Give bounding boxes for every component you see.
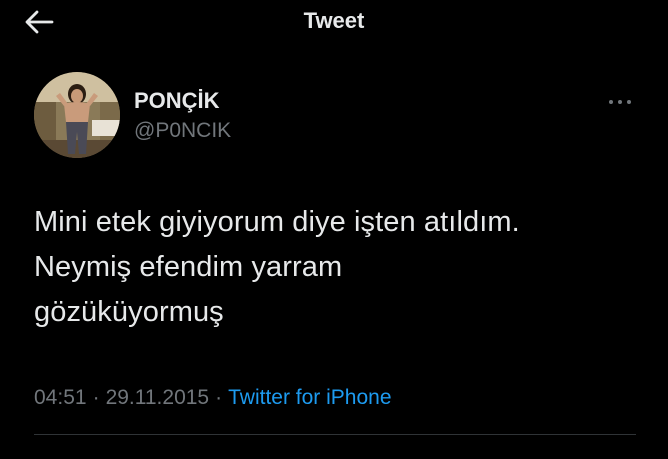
top-bar: Tweet — [0, 0, 668, 44]
avatar[interactable] — [34, 72, 120, 158]
more-horizontal-icon — [609, 100, 631, 104]
meta-separator: · — [215, 386, 223, 409]
meta-separator: · — [92, 386, 100, 409]
tweet-date[interactable]: 29.11.2015 — [106, 386, 210, 409]
page-title: Tweet — [303, 8, 365, 33]
author-info: PONÇİK @P0NCIK — [134, 85, 231, 145]
tweet-author[interactable]: PONÇİK @P0NCIK — [34, 72, 231, 158]
profile-photo — [34, 72, 120, 158]
tweet-source-link[interactable]: Twitter for iPhone — [228, 386, 391, 409]
tweet-text: Mini etek giyiyorum diye işten atıldım. … — [34, 206, 520, 328]
user-handle[interactable]: @P0NCIK — [134, 117, 231, 145]
display-name[interactable]: PONÇİK — [134, 87, 231, 115]
divider — [34, 434, 636, 435]
tweet-time[interactable]: 04:51 — [34, 386, 87, 409]
more-options-button[interactable] — [604, 90, 636, 114]
tweet-metadata: 04:51 · 29.11.2015 · Twitter for iPhone — [34, 384, 392, 412]
